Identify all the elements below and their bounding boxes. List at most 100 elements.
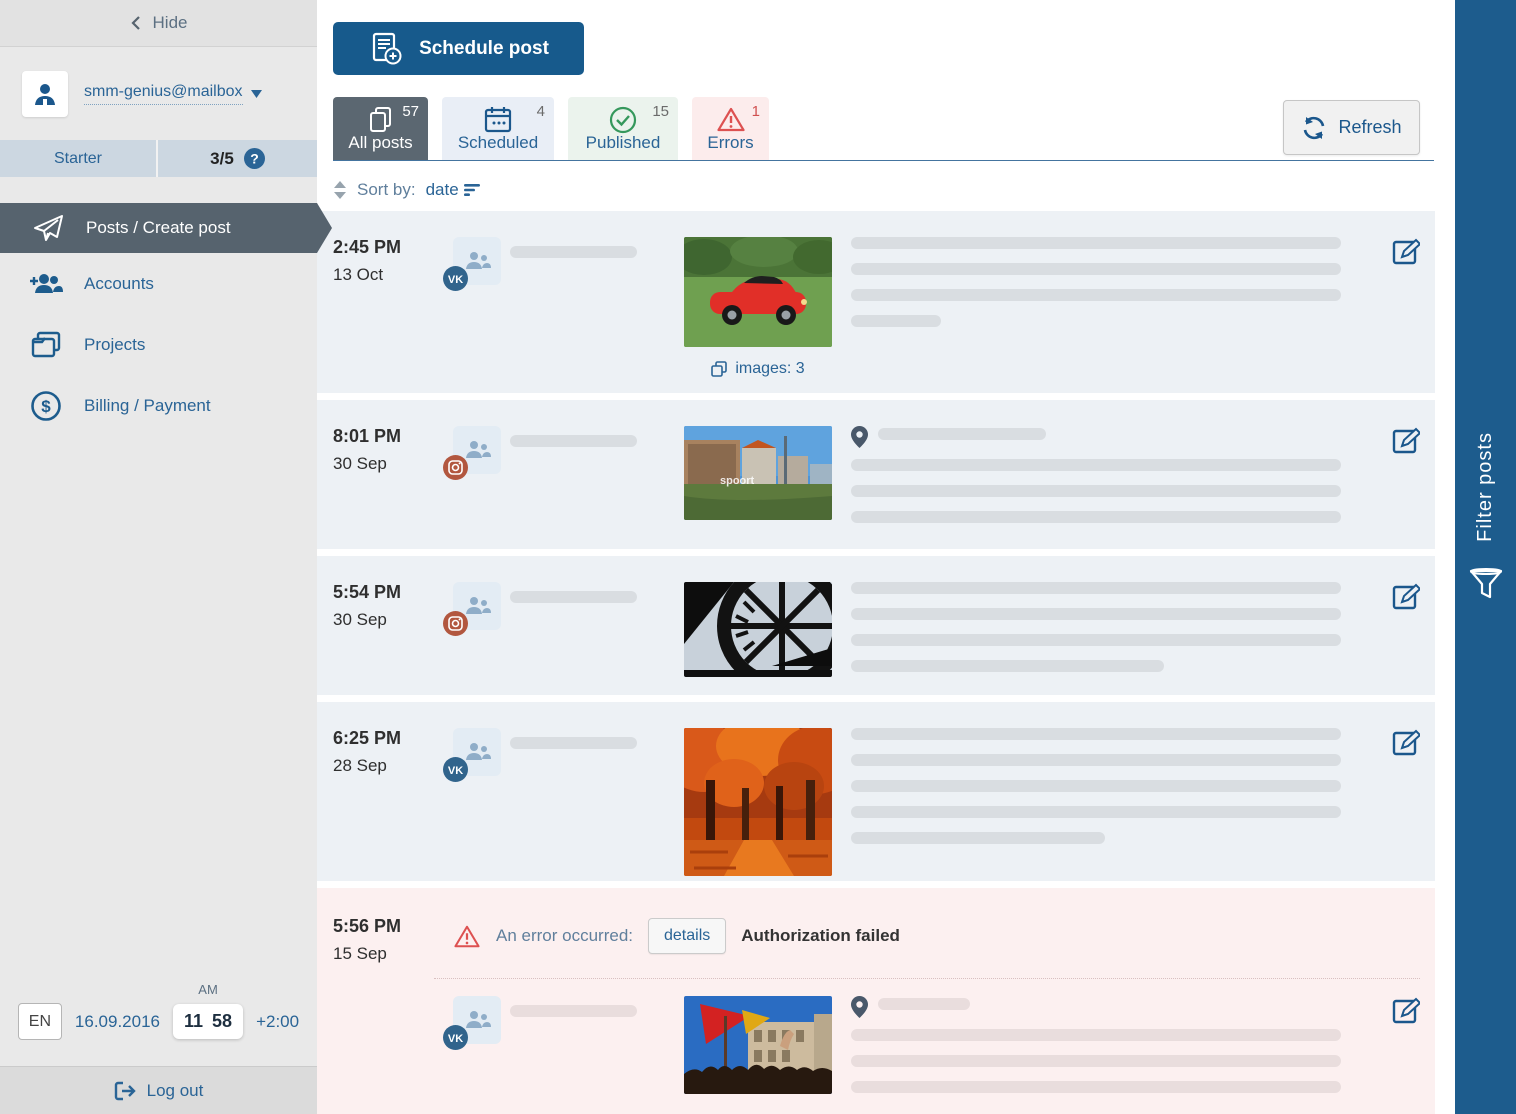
post-row: 2:45 PM 13 Oct VK: [317, 211, 1435, 393]
calendar-icon: [442, 106, 554, 133]
vk-icon: VK: [443, 266, 468, 291]
hide-sidebar-button[interactable]: Hide: [0, 0, 317, 47]
logout-label: Log out: [147, 1081, 204, 1101]
account-name-placeholder: [510, 737, 637, 749]
sort-value-select[interactable]: date: [426, 180, 481, 200]
sort-value-label: date: [426, 180, 459, 200]
edit-post-button[interactable]: [1390, 237, 1420, 272]
svg-text:spoort: spoort: [720, 475, 755, 487]
text-placeholder: [851, 485, 1341, 497]
account-name-placeholder: [510, 1005, 637, 1017]
text-placeholder: [851, 237, 1341, 249]
account-menu[interactable]: smm-genius@mailbox: [84, 83, 262, 105]
post-image-clock[interactable]: [684, 582, 832, 677]
plan-badge[interactable]: Starter: [0, 140, 158, 177]
help-icon[interactable]: ?: [244, 148, 265, 169]
text-placeholder: [851, 1055, 1341, 1067]
sidebar-item-label: Billing / Payment: [84, 396, 211, 416]
post-date: 28 Sep: [333, 756, 453, 776]
text-placeholder: [851, 806, 1341, 818]
sort-arrows-icon: [333, 181, 347, 199]
post-date: 30 Sep: [333, 610, 453, 630]
account-email: smm-genius@mailbox: [84, 83, 243, 105]
edit-icon: [1390, 728, 1420, 758]
sidebar-item-projects[interactable]: Projects: [0, 314, 317, 375]
error-message: Authorization failed: [741, 926, 900, 946]
edit-post-button[interactable]: [1390, 728, 1420, 763]
error-details-button[interactable]: details: [648, 918, 726, 954]
post-image-car[interactable]: [684, 237, 832, 347]
text-placeholder: [851, 315, 941, 327]
post-time: 8:01 PM: [333, 426, 453, 447]
time-display[interactable]: AM 11 58: [173, 1004, 243, 1039]
schedule-post-button[interactable]: Schedule post: [333, 22, 584, 75]
post-image-autumn[interactable]: [684, 728, 832, 876]
tab-label: Published: [568, 133, 678, 153]
tab-errors[interactable]: 1 Errors: [692, 97, 769, 161]
svg-text:VK: VK: [448, 1033, 463, 1045]
text-placeholder: [851, 634, 1341, 646]
sort-order-icon: [464, 183, 481, 197]
refresh-icon: [1301, 116, 1327, 140]
edit-post-button[interactable]: [1390, 582, 1420, 617]
text-placeholder: [851, 263, 1341, 275]
location-placeholder: [878, 998, 970, 1010]
error-divider: [434, 978, 1420, 979]
post-row: 6:25 PM 28 Sep VK: [317, 702, 1435, 881]
time-minute: 58: [212, 1011, 232, 1032]
post-row: 5:54 PM 30 Sep: [317, 556, 1435, 695]
language-button[interactable]: EN: [18, 1003, 62, 1040]
plan-row: Starter 3/5 ?: [0, 140, 317, 177]
svg-text:$: $: [41, 397, 51, 416]
text-placeholder: [851, 754, 1341, 766]
sidebar-nav: Posts / Create post Accounts: [0, 203, 317, 436]
sidebar: Hide smm-genius@mailbox Starter 3/5 ?: [0, 0, 317, 1114]
sidebar-item-label: Projects: [84, 335, 145, 355]
post-image-buildings[interactable]: spoort: [684, 426, 832, 520]
edit-icon: [1390, 996, 1420, 1026]
date-display: 16.09.2016: [75, 1012, 160, 1032]
people-icon: [462, 438, 492, 462]
main-content: Schedule post 57 All posts 4 Schedu: [317, 0, 1455, 1114]
account-avatar-placeholder: VK: [453, 728, 501, 776]
location-icon: [851, 996, 868, 1018]
account-avatar-placeholder: [453, 582, 501, 630]
text-placeholder: [851, 1081, 1341, 1093]
post-list: 2:45 PM 13 Oct VK: [317, 211, 1435, 1114]
vk-icon: VK: [443, 757, 468, 782]
images-count-link[interactable]: images: 3: [684, 360, 832, 378]
tab-scheduled[interactable]: 4 Scheduled: [442, 97, 554, 161]
text-placeholder: [851, 289, 1341, 301]
error-occurred-label: An error occurred:: [496, 926, 633, 946]
text-placeholder: [851, 511, 1341, 523]
text-placeholder: [851, 832, 1105, 844]
active-item-arrow: [317, 203, 332, 253]
sidebar-item-accounts[interactable]: Accounts: [0, 253, 317, 314]
edit-post-button[interactable]: [1390, 996, 1420, 1031]
images-count-label: images: 3: [735, 360, 804, 378]
sidebar-item-posts[interactable]: Posts / Create post: [0, 203, 317, 253]
svg-text:?: ?: [250, 151, 259, 167]
text-placeholder: [851, 1029, 1341, 1041]
instagram-icon: [443, 611, 468, 636]
sidebar-footer: EN 16.09.2016 AM 11 58 +2:00: [0, 1003, 317, 1040]
vk-icon: VK: [443, 1025, 468, 1050]
warning-icon: [692, 106, 769, 133]
edit-post-button[interactable]: [1390, 426, 1420, 461]
hide-label: Hide: [153, 13, 188, 33]
post-image-protest[interactable]: [684, 996, 832, 1094]
sidebar-item-billing[interactable]: $ Billing / Payment: [0, 375, 317, 436]
filter-posts-label: Filter posts: [1474, 432, 1497, 542]
post-row-error: 5:56 PM 15 Sep An error occurred: detail…: [317, 888, 1435, 1114]
edit-icon: [1390, 582, 1420, 612]
refresh-button[interactable]: Refresh: [1283, 100, 1420, 155]
filter-posts-panel[interactable]: Filter posts: [1455, 0, 1516, 1114]
post-time: 2:45 PM: [333, 237, 453, 258]
logout-button[interactable]: Log out: [0, 1066, 317, 1114]
tab-all-posts[interactable]: 57 All posts: [333, 97, 428, 161]
tab-published[interactable]: 15 Published: [568, 97, 678, 161]
avatar: [22, 71, 68, 117]
chevron-left-icon: [130, 15, 141, 31]
schedule-post-icon: [368, 31, 404, 67]
text-placeholder: [851, 660, 1164, 672]
